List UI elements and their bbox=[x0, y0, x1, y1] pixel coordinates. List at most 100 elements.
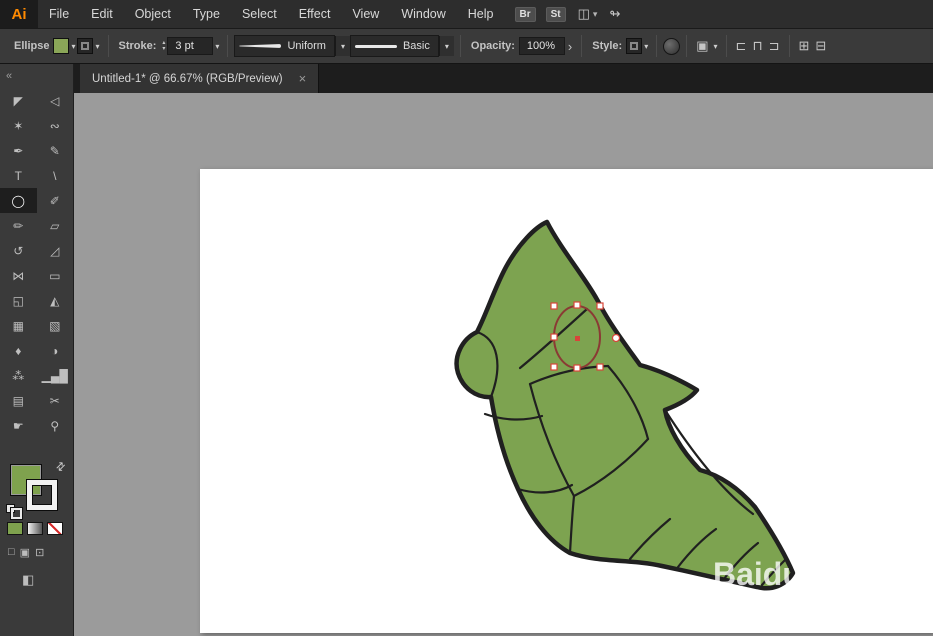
brush-value: Basic bbox=[402, 40, 430, 52]
artboard-tool[interactable]: ▤ bbox=[0, 388, 37, 413]
width-profile-value: Uniform bbox=[287, 40, 326, 52]
cocoon-shape[interactable] bbox=[454, 219, 796, 591]
control-bar: Ellipse ▾ ▾ Stroke: ▴ ▾ 3 pt ▾ Uniform ▾ … bbox=[0, 29, 933, 64]
style-swatch[interactable] bbox=[626, 38, 643, 54]
draw-normal-icon[interactable]: □ bbox=[8, 546, 15, 559]
mesh-tool[interactable]: ▦ bbox=[0, 313, 37, 338]
blend-tool[interactable]: ◑ bbox=[37, 338, 74, 363]
transform-panel-icon[interactable]: ⊞ bbox=[799, 38, 810, 54]
perspective-grid-tool[interactable]: ◭ bbox=[37, 288, 74, 313]
app-logo[interactable]: Ai bbox=[0, 0, 38, 28]
stroke-weight-stepper[interactable]: ▴ ▾ bbox=[162, 40, 165, 52]
tools-panel: « ◤ ◁ ✶ ∾ ✒ ✎ T \ ◯ ✐ ✏ ▱ ↺ ◿ ⋈ ▭ ◱ ◭ ▦ … bbox=[0, 64, 74, 636]
tool-context-label: Ellipse bbox=[14, 40, 50, 52]
eraser-tool[interactable]: ▱ bbox=[37, 213, 74, 238]
stroke-color-well[interactable] bbox=[27, 480, 57, 510]
menu-view[interactable]: View bbox=[341, 0, 390, 28]
panel-collapse-button[interactable]: « bbox=[0, 64, 73, 88]
direct-selection-tool[interactable]: ◁ bbox=[37, 88, 74, 113]
width-profile-preview bbox=[239, 44, 282, 48]
none-button[interactable] bbox=[47, 522, 63, 535]
pencil-tool[interactable]: ✏ bbox=[0, 213, 37, 238]
lasso-tool[interactable]: ∾ bbox=[37, 113, 74, 138]
handle-top-mid bbox=[573, 301, 581, 309]
close-icon[interactable]: × bbox=[299, 71, 307, 86]
hand-tool[interactable]: ☛ bbox=[0, 413, 37, 438]
symbol-sprayer-tool[interactable]: ⁂ bbox=[0, 363, 37, 388]
chevron-down-icon[interactable]: ▾ bbox=[593, 9, 598, 20]
canvas-area[interactable]: Baidu bbox=[74, 93, 933, 636]
transform-widget-icon[interactable]: ▣ bbox=[696, 38, 708, 54]
free-transform-tool[interactable]: ▭ bbox=[37, 263, 74, 288]
chevron-right-icon[interactable]: › bbox=[568, 39, 572, 54]
brush-preview bbox=[354, 44, 397, 48]
gradient-tool[interactable]: ▧ bbox=[37, 313, 74, 338]
color-button[interactable] bbox=[7, 522, 23, 535]
workspace-icon[interactable]: ◫ bbox=[578, 6, 590, 22]
draw-inside-icon[interactable]: ⊡ bbox=[35, 546, 44, 559]
chevron-down-icon[interactable]: ▾ bbox=[644, 42, 648, 51]
width-profile-chevron[interactable]: ▾ bbox=[334, 36, 350, 56]
stroke-weight-input[interactable]: 3 pt bbox=[167, 37, 214, 55]
style-label: Style: bbox=[592, 40, 623, 52]
paintbrush-tool[interactable]: ✐ bbox=[37, 188, 74, 213]
artboard[interactable]: Baidu bbox=[200, 169, 933, 633]
brush-dropdown[interactable]: Basic bbox=[349, 35, 439, 57]
pen-tool[interactable]: ✒ bbox=[0, 138, 37, 163]
ellipse-tool[interactable]: ◯ bbox=[0, 188, 37, 213]
zoom-tool[interactable]: ⚲ bbox=[37, 413, 74, 438]
shape-builder-tool[interactable]: ◱ bbox=[0, 288, 37, 313]
handle-mid-left bbox=[550, 333, 558, 341]
type-tool[interactable]: T bbox=[0, 163, 37, 188]
gradient-button[interactable] bbox=[27, 522, 43, 535]
menu-type[interactable]: Type bbox=[182, 0, 231, 28]
chevron-down-icon[interactable]: ▾ bbox=[215, 42, 219, 51]
drawing-mode-buttons: □ ▣ ⊡ bbox=[0, 546, 74, 559]
align-left-icon[interactable]: ⊏ bbox=[736, 38, 747, 54]
eyedropper-tool[interactable]: ♦ bbox=[0, 338, 37, 363]
menu-object[interactable]: Object bbox=[124, 0, 182, 28]
align-center-icon[interactable]: ⊓ bbox=[752, 38, 762, 54]
rotate-tool[interactable]: ↺ bbox=[0, 238, 37, 263]
pointer-swirl-icon[interactable]: ↬ bbox=[609, 6, 620, 22]
separator bbox=[459, 35, 461, 57]
menu-select[interactable]: Select bbox=[231, 0, 288, 28]
default-fill-stroke-icon[interactable] bbox=[6, 504, 22, 519]
align-right-icon[interactable]: ⊐ bbox=[769, 38, 780, 54]
chevron-down-icon[interactable]: ▾ bbox=[95, 42, 99, 51]
swap-fill-stroke-icon[interactable]: ⇄ bbox=[53, 459, 68, 474]
menu-file[interactable]: File bbox=[38, 0, 80, 28]
document-setup-globe-icon[interactable] bbox=[663, 37, 681, 55]
menu-edit[interactable]: Edit bbox=[80, 0, 124, 28]
separator bbox=[725, 35, 727, 57]
scale-tool[interactable]: ◿ bbox=[37, 238, 74, 263]
handle-top-left bbox=[550, 302, 558, 310]
width-profile-dropdown[interactable]: Uniform bbox=[234, 35, 335, 57]
curvature-tool[interactable]: ✎ bbox=[37, 138, 74, 163]
separator bbox=[227, 35, 229, 57]
menu-effect[interactable]: Effect bbox=[288, 0, 342, 28]
stock-button[interactable]: St bbox=[545, 6, 566, 22]
line-segment-tool[interactable]: \ bbox=[37, 163, 74, 188]
column-graph-tool[interactable]: ▁▄█ bbox=[37, 363, 74, 388]
align-panel-icon[interactable]: ⊟ bbox=[815, 38, 826, 54]
fill-color-swatch[interactable] bbox=[53, 38, 70, 54]
menu-help[interactable]: Help bbox=[457, 0, 505, 28]
selection-tool[interactable]: ◤ bbox=[0, 88, 37, 113]
width-tool[interactable]: ⋈ bbox=[0, 263, 37, 288]
screen-mode-icon[interactable]: ◧ bbox=[22, 572, 34, 588]
menu-window[interactable]: Window bbox=[390, 0, 456, 28]
magic-wand-tool[interactable]: ✶ bbox=[0, 113, 37, 138]
bridge-button[interactable]: Br bbox=[514, 6, 536, 22]
separator bbox=[686, 35, 688, 57]
opacity-input[interactable]: 100% bbox=[518, 37, 565, 55]
chevron-down-icon[interactable]: ▾ bbox=[714, 42, 718, 51]
chevron-down-icon[interactable]: ▾ bbox=[71, 42, 75, 51]
stroke-color-swatch[interactable] bbox=[77, 38, 94, 54]
document-tab[interactable]: Untitled-1* @ 66.67% (RGB/Preview) × bbox=[80, 64, 320, 93]
draw-behind-icon[interactable]: ▣ bbox=[20, 546, 30, 559]
brush-chevron[interactable]: ▾ bbox=[438, 36, 454, 56]
stepper-down-icon[interactable]: ▾ bbox=[162, 46, 165, 52]
slice-tool[interactable]: ✂ bbox=[37, 388, 74, 413]
separator bbox=[107, 35, 109, 57]
